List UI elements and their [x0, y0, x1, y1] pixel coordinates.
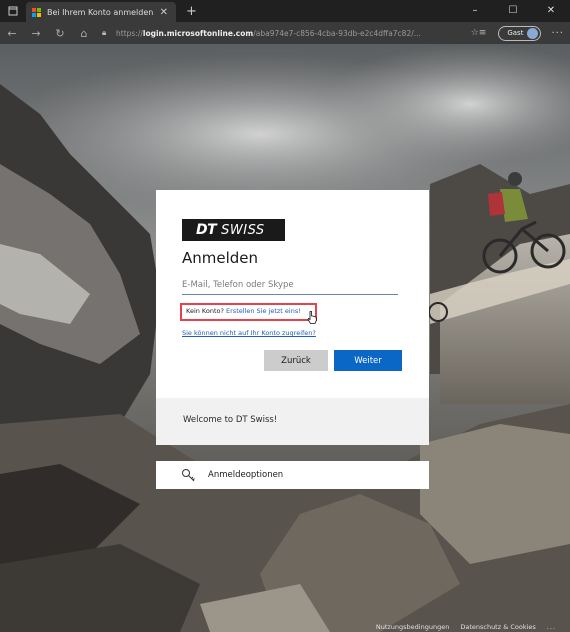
cant-access-link[interactable]: Sie können nicht auf Ihr Konto zugreifen… — [182, 329, 316, 337]
lock-icon: 🔒︎ — [102, 28, 107, 37]
footer-more-icon[interactable]: ... — [547, 623, 556, 631]
favorites-icon[interactable]: ☆≡ — [471, 28, 487, 38]
url-text: https://login.microsoftonline.com/aba974… — [116, 28, 421, 38]
back-arrow-icon[interactable]: ← — [0, 27, 24, 40]
microsoft-logo-icon — [32, 7, 41, 17]
signin-options-button[interactable]: Anmeldeoptionen — [156, 461, 429, 489]
key-icon — [182, 469, 195, 482]
browser-toolbar: ← → ↻ ⌂ 🔒︎ https://login.microsoftonline… — [0, 22, 570, 44]
privacy-link[interactable]: Datenschutz & Cookies — [460, 623, 535, 631]
forward-arrow-icon[interactable]: → — [24, 27, 48, 40]
home-icon[interactable]: ⌂ — [72, 27, 96, 40]
terms-link[interactable]: Nutzungsbedingungen — [376, 623, 449, 631]
new-tab-button[interactable]: + — [186, 4, 197, 19]
signin-options-label: Anmeldeoptionen — [208, 470, 284, 480]
avatar — [527, 27, 539, 39]
page-title: Anmelden — [182, 249, 259, 267]
window-controls: – ☐ ✕ — [456, 0, 570, 22]
welcome-text: Welcome to DT Swiss! — [183, 415, 278, 425]
signin-card: DT SWISS Anmelden Kein Konto? Erstellen … — [156, 190, 429, 398]
hand-cursor-icon — [307, 311, 317, 324]
close-tab-icon[interactable]: ✕ — [160, 7, 168, 18]
footer: Nutzungsbedingungen Datenschutz & Cookie… — [376, 623, 556, 631]
address-bar[interactable]: 🔒︎ https://login.microsoftonline.com/aba… — [102, 25, 432, 41]
back-button[interactable]: Zurück — [264, 350, 328, 371]
browser-tab[interactable]: Bei Ihrem Konto anmelden ✕ — [26, 2, 176, 22]
refresh-icon[interactable]: ↻ — [48, 27, 72, 40]
create-account-link[interactable]: Erstellen Sie jetzt eins! — [226, 307, 301, 315]
profile-button[interactable]: Gast — [498, 25, 542, 41]
next-button[interactable]: Weiter — [334, 350, 402, 371]
welcome-banner: Welcome to DT Swiss! — [156, 398, 429, 445]
browser-tab-bar: Bei Ihrem Konto anmelden ✕ + – ☐ ✕ — [0, 0, 570, 22]
dt-swiss-logo: DT SWISS — [182, 219, 285, 241]
email-input[interactable] — [182, 276, 398, 295]
tab-title: Bei Ihrem Konto anmelden — [47, 7, 154, 17]
tab-actions-icon[interactable] — [0, 0, 26, 22]
maximize-icon[interactable]: ☐ — [494, 0, 532, 22]
close-window-icon[interactable]: ✕ — [532, 0, 570, 22]
no-account-row: Kein Konto? Erstellen Sie jetzt eins! — [186, 307, 301, 315]
profile-label: Gast — [507, 29, 524, 37]
more-icon[interactable]: ··· — [551, 28, 564, 39]
no-account-label: Kein Konto? — [186, 307, 224, 315]
minimize-icon[interactable]: – — [456, 0, 494, 22]
